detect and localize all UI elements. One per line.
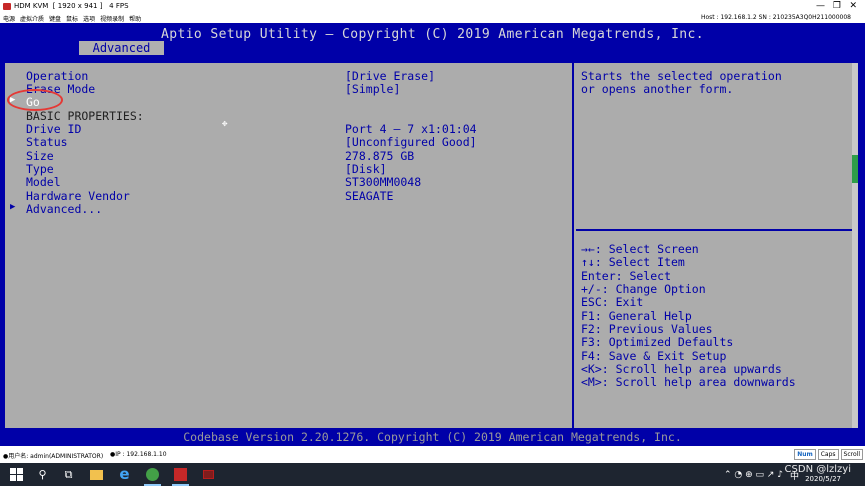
help-divider [576,229,854,231]
property-value: SEAGATE [345,189,394,203]
key-hint: F2: Previous Values [581,322,713,336]
scrollbar-thumb[interactable] [852,155,858,183]
menu-video-record[interactable]: 视频录制 [100,14,124,23]
property-status: Status [Unconfigured Good] [5,135,477,149]
section-header-label: BASIC PROPERTIES: [26,109,144,123]
property-model: Model ST300MM0048 [5,175,421,189]
help-text-line: or opens another form. [581,82,734,96]
ip-info: ●IP : 192.168.1.10 [110,451,167,458]
menu-mouse[interactable]: 鼠标 [66,14,78,23]
settings-panel: Operation [Drive Erase] Erase Mode [Simp… [5,63,574,443]
menu-help[interactable]: 帮助 [129,14,141,23]
minimize-button[interactable]: — [816,1,825,11]
scroll-lock-button[interactable]: Scroll [840,449,863,460]
mouse-cursor-icon: ✥ [222,119,228,129]
task-view-icon[interactable]: ⧉ [60,466,77,483]
menu-power[interactable]: 电源 [3,14,15,23]
help-panel: Starts the selected operation or opens a… [576,63,854,443]
bios-content: Operation [Drive Erase] Erase Mode [Simp… [3,61,860,445]
menu-item-advanced[interactable]: ▶ Advanced... [5,202,102,216]
property-label: Model [26,175,61,189]
annotation-circle [7,89,63,111]
property-label: Size [26,149,54,163]
property-value: ST300MM0048 [345,175,422,189]
setting-operation[interactable]: Operation [Drive Erase] [5,69,435,83]
property-label: Hardware Vendor [26,189,130,203]
bios-footer: Codebase Version 2.20.1276. Copyright (C… [0,428,865,446]
property-value: Port 4 – 7 x1:01:04 [345,122,477,136]
bios-title: Aptio Setup Utility – Copyright (C) 2019… [161,27,704,42]
property-label: Status [26,135,68,149]
bios-screen: Aptio Setup Utility – Copyright (C) 2019… [0,23,865,446]
property-value: [Disk] [345,162,387,176]
property-label: Type [26,162,54,176]
property-label: Drive ID [26,122,82,136]
help-text-line: Starts the selected operation [581,69,782,83]
submenu-arrow-icon: ▶ [10,202,16,212]
setting-label: Operation [26,69,89,83]
tray-icons[interactable]: ⌃ ◔ ⊕ ▭ ↗ ♪ [724,470,783,480]
key-hint: ESC: Exit [581,295,644,309]
menu-item-label: Advanced... [26,202,103,216]
tab-advanced[interactable]: Advanced [79,41,164,55]
key-hint: →←: Select Screen [581,242,699,256]
internet-explorer-icon[interactable]: e [116,466,133,483]
windows-start-icon[interactable] [8,466,25,483]
menu-options[interactable]: 选项 [83,14,95,23]
host-info: Host : 192.168.1.2 SN : 210235A3Q0H21100… [700,14,851,21]
file-explorer-icon[interactable] [88,466,105,483]
kvm-app-taskbar-icon[interactable] [172,466,189,483]
user-info: ●用户名: admin(ADMINISTRATOR) [3,453,104,460]
menu-keyboard[interactable]: 键盘 [49,14,61,23]
kvm-title-bar: HDM KVM [ 1920 x 941 ] 4 FPS — ❐ ✕ [0,0,865,13]
menu-virtual-media[interactable]: 虚拟介质 [20,14,44,23]
kvm-status-bar: ●用户名: admin(ADMINISTRATOR) ●IP : 192.168… [0,446,865,463]
key-hint: ↑↓: Select Item [581,255,685,269]
setting-value[interactable]: [Simple] [345,82,400,96]
property-drive-id: Drive ID Port 4 – 7 x1:01:04 [5,122,477,136]
close-button[interactable]: ✕ [849,1,857,11]
property-type: Type [Disk] [5,162,387,176]
key-hint: F4: Save & Exit Setup [581,349,727,363]
key-hint: F3: Optimized Defaults [581,335,734,349]
property-value: 278.875 GB [345,149,415,163]
key-hint: <K>: Scroll help area upwards [581,362,782,376]
key-hint: Enter: Select [581,269,672,283]
key-hint: F1: General Help [581,309,692,323]
caps-lock-button[interactable]: Caps [817,449,839,460]
key-hint: <M>: Scroll help area downwards [581,375,796,389]
property-value: [Unconfigured Good] [345,135,477,149]
app-window-icon[interactable] [200,466,217,483]
num-lock-button[interactable]: Num [794,449,816,460]
kvm-window-title: HDM KVM [ 1920 x 941 ] 4 FPS [14,2,129,10]
bios-header: Aptio Setup Utility – Copyright (C) 2019… [0,23,865,55]
kvm-menu-bar: 电源 虚拟介质 键盘 鼠标 选项 视频录制 帮助 Host : 192.168.… [0,13,865,23]
search-icon[interactable]: ⚲ [34,466,51,483]
property-hardware-vendor: Hardware Vendor SEAGATE [5,189,393,203]
taskbar-date[interactable]: 2020/5/27 [805,475,841,483]
setting-value[interactable]: [Drive Erase] [345,69,435,83]
key-hint: +/-: Change Option [581,282,706,296]
kvm-app-icon [3,3,11,10]
browser-icon[interactable] [144,466,161,483]
kvm-scrollbar[interactable] [852,63,858,443]
restore-button[interactable]: ❐ [833,1,841,11]
property-size: Size 278.875 GB [5,149,414,163]
windows-taskbar: ⚲ ⧉ e ⌃ ◔ ⊕ ▭ ↗ ♪ 中 CSDN @lzlzyi 2020/5/… [0,463,865,486]
watermark: CSDN @lzlzyi [784,464,851,475]
